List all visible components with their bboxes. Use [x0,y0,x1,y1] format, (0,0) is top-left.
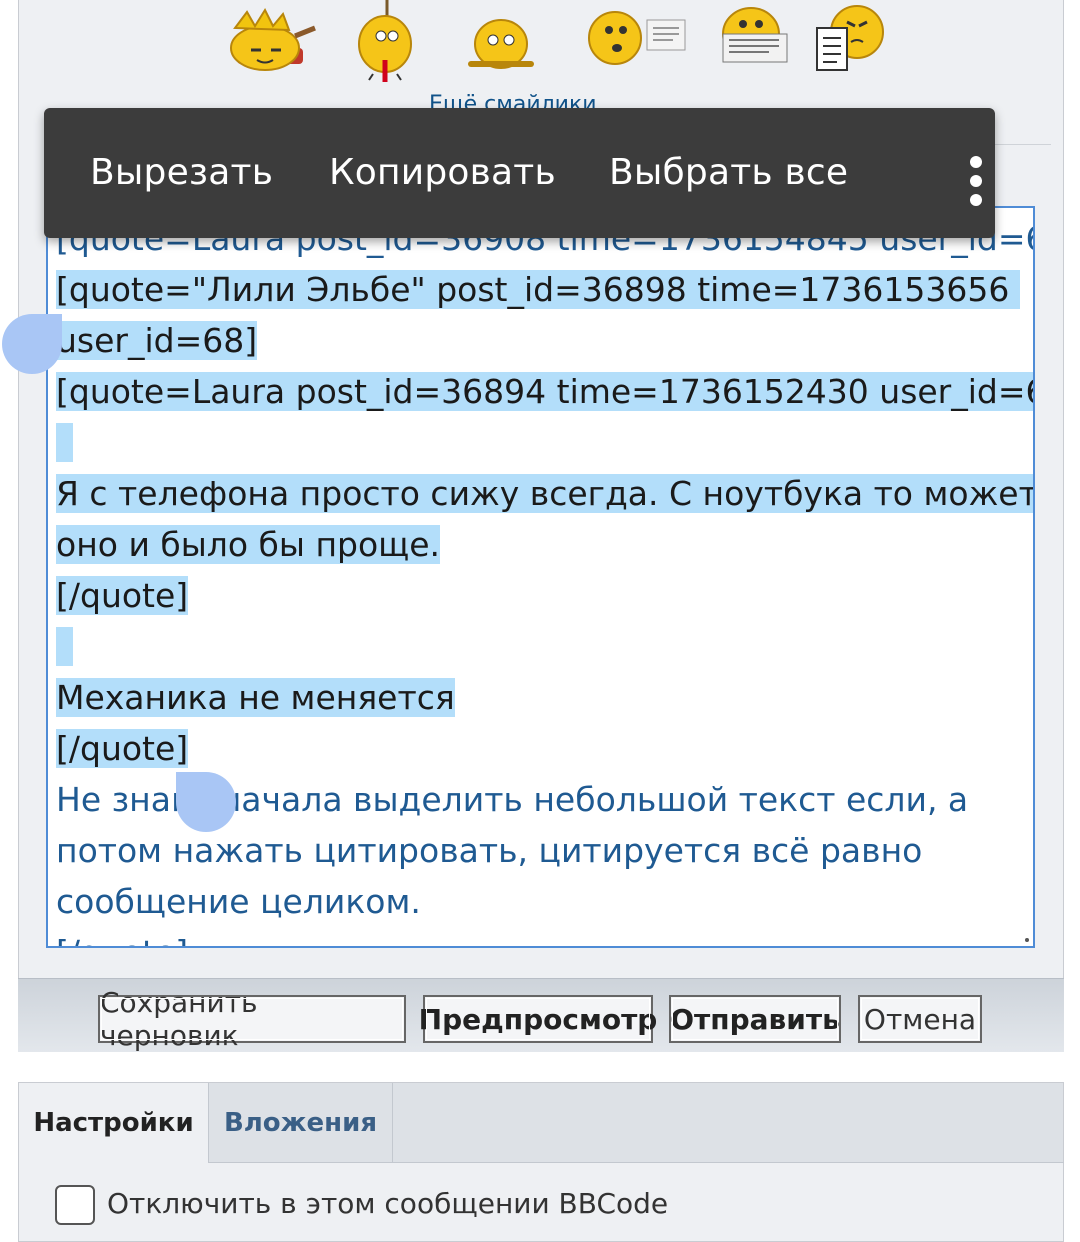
tab-settings[interactable]: Настройки [19,1083,209,1163]
smilies-row [19,0,1063,90]
hanged-smiley-icon[interactable] [351,0,421,84]
save-draft-button[interactable]: Сохранить черновик [98,986,406,1052]
select-all-menu-item[interactable]: Выбрать все [609,152,848,193]
editor-line: [/quote] [56,928,188,946]
document-smiley-icon[interactable] [813,2,887,74]
cut-menu-item[interactable]: Вырезать [90,152,273,193]
disable-bbcode-checkbox[interactable] [55,1185,95,1225]
editor-line [56,418,73,468]
editor-line: [/quote] [56,576,189,615]
tab-attachments[interactable]: Вложения [209,1083,393,1163]
editor-line: user_id=68] [56,321,258,360]
editor-line: [quote="Лили Эльбе" post_id=36898 time=1… [56,270,1020,309]
tabs-divider [209,1162,1064,1163]
king-smiley-icon[interactable] [217,6,317,72]
selection-start-handle[interactable] [2,314,62,374]
thinking-smiley-icon[interactable] [585,4,689,68]
text-selection-menu: Вырезать Копировать Выбрать все [44,108,995,238]
preview-button[interactable]: Предпросмотр [419,995,657,1043]
editor-line: сообщение целиком. [56,882,421,921]
disable-bbcode-label: Отключить в этом сообщении BBCode [107,1187,669,1220]
editor-line: Механика не меняется [56,678,455,717]
resize-grip-icon[interactable] [1025,938,1029,942]
newspaper-smiley-icon[interactable] [717,4,797,70]
editor-line: [quote=Laura post_id=36894 time=17361524… [56,367,1033,417]
editor-line: оно и было бы проще. [56,525,441,564]
cancel-button[interactable]: Отмена [858,995,982,1043]
submit-button[interactable]: Отправить [669,995,841,1043]
editor-line: [/quote] [56,729,189,768]
copy-menu-item[interactable]: Копировать [329,152,556,193]
editor-line: Я с телефона просто сижу всегда. С ноутб… [56,469,1033,519]
editor-line: потом нажать цитировать, цитируется всё … [56,831,923,870]
message-textarea[interactable]: [quote=Laura post_id=36908 time=17361548… [46,206,1035,948]
editor-line [56,622,73,672]
peeking-smiley-icon[interactable] [463,14,539,74]
selection-end-handle[interactable] [176,772,236,832]
submit-buttons-bar: Сохранить черновик Предпросмотр Отправит… [18,978,1064,1052]
options-panel: Настройки Вложения Отключить в этом сооб… [18,1082,1064,1242]
more-vertical-icon[interactable] [964,156,988,206]
